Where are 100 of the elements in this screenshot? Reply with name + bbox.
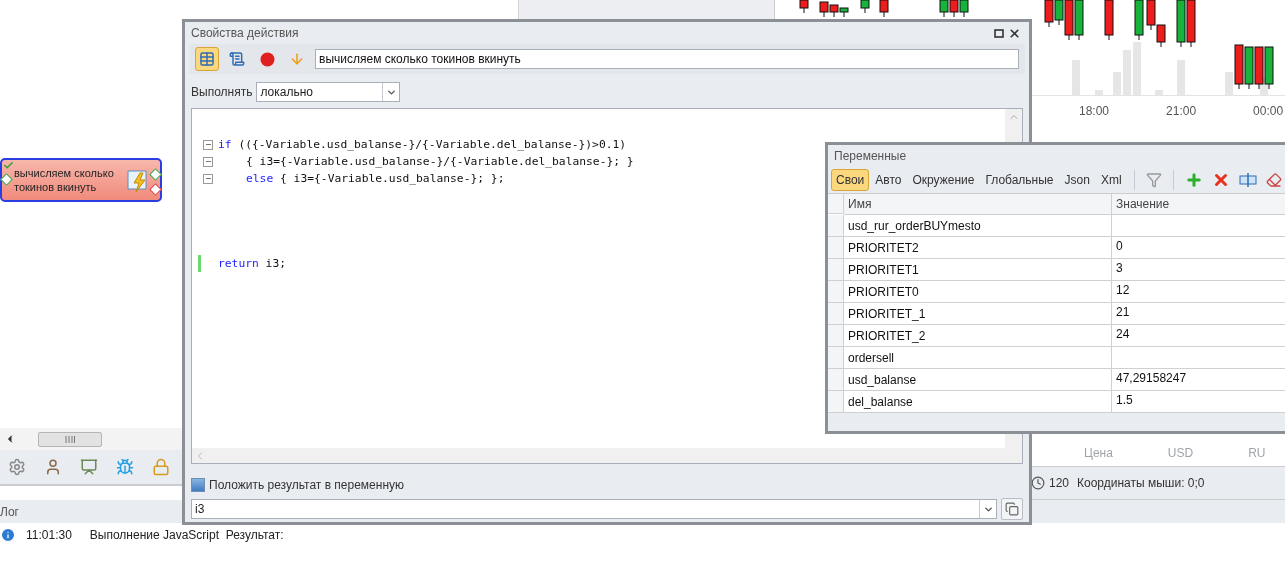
- save-result-label: Положить результат в переменную: [209, 478, 405, 492]
- table-button[interactable]: [195, 47, 219, 71]
- variable-name-cell: del_balanse: [844, 391, 1112, 413]
- mouse-coordinates: Координаты мыши: 0;0: [1077, 476, 1205, 490]
- column-header: Цена: [1084, 446, 1113, 460]
- scrollbar-thumb[interactable]: [38, 431, 102, 447]
- close-icon: [1008, 26, 1021, 40]
- restore-icon: [994, 28, 1004, 38]
- restore-button[interactable]: [992, 28, 1006, 38]
- row-header-cell[interactable]: [828, 391, 844, 413]
- variable-name-cell: PRIORITET0: [844, 281, 1112, 303]
- candle: [860, 0, 870, 14]
- grip-icon: [65, 435, 75, 443]
- row-header-cell[interactable]: [828, 237, 844, 259]
- save-result-checkbox[interactable]: [191, 478, 205, 492]
- column-header: RU: [1248, 446, 1266, 460]
- connector-port[interactable]: [149, 168, 162, 181]
- time-axis-label: 21:00: [1166, 104, 1197, 118]
- variable-name-cell: PRIORITET1: [844, 259, 1112, 281]
- log-message: Выполнение JavaScript Результат:: [89, 528, 284, 542]
- row-header-cell[interactable]: [828, 325, 844, 347]
- code-line: return i3;: [218, 256, 287, 272]
- code-line: { i3={-Variable.usd_balanse-}/{-Variable.del_balanse-}; }: [245, 154, 634, 170]
- time-axis-label: 00:00: [1253, 104, 1284, 118]
- candle: [939, 0, 949, 18]
- row-header-cell[interactable]: [828, 347, 844, 369]
- variable-value-cell: 1.5: [1116, 393, 1133, 407]
- variable-name-cell: PRIORITET_1: [844, 303, 1112, 325]
- candle: [1234, 44, 1244, 90]
- row-header-cell[interactable]: [828, 369, 844, 391]
- code-line: if (({-Variable.usd_balanse-}/{-Variable.del_balanse-})>0.1): [218, 137, 627, 153]
- window-title: Свойства действия: [191, 26, 300, 40]
- node-label: вычисляем сколько токинов вкинуть: [14, 166, 115, 194]
- code-line: else { i3={-Variable.usd_balanse-}; };: [245, 171, 505, 187]
- candle: [959, 0, 969, 18]
- clock-icon: [1031, 476, 1045, 490]
- run-mode-select[interactable]: локально: [256, 82, 401, 102]
- board-icon[interactable]: [80, 458, 98, 476]
- log-time: 11:01:30: [26, 528, 72, 542]
- variables-tab[interactable]: Авто: [870, 169, 907, 191]
- fold-toggle-icon[interactable]: [203, 173, 213, 184]
- gear-icon[interactable]: [8, 458, 26, 476]
- candle: [839, 7, 849, 18]
- candle: [1186, 0, 1196, 48]
- column-header: Значение: [1112, 194, 1285, 215]
- table-icon: [199, 51, 215, 67]
- copy-button[interactable]: [1001, 498, 1023, 520]
- variable-name-cell: PRIORITET_2: [844, 325, 1112, 347]
- variable-name-cell: usd_rur_orderBUYmesto: [844, 215, 1112, 237]
- variable-name-cell: PRIORITET2: [844, 237, 1112, 259]
- candle: [1176, 0, 1186, 48]
- variables-tab[interactable]: Json: [1059, 169, 1095, 191]
- variable-name-cell: usd_balanse: [844, 369, 1112, 391]
- plus-icon: [1184, 171, 1203, 189]
- variable-value-cell: 12: [1116, 283, 1130, 297]
- time-axis-label: 18:00: [1079, 104, 1110, 118]
- row-header-cell[interactable]: [828, 303, 844, 325]
- candle: [1156, 24, 1166, 48]
- candle: [1134, 0, 1144, 41]
- candle: [1264, 46, 1274, 90]
- candle: [1254, 46, 1264, 90]
- horizontal-scrollbar[interactable]: [192, 448, 1022, 463]
- candle: [1104, 0, 1114, 41]
- action-name-field[interactable]: вычисляем сколько токинов вкинуть: [315, 49, 1019, 69]
- fold-toggle-icon[interactable]: [203, 139, 213, 150]
- lock-icon[interactable]: [152, 458, 170, 476]
- candle: [799, 0, 809, 14]
- action-node[interactable]: вычисляем сколько токинов вкинуть: [0, 158, 162, 202]
- row-header-cell[interactable]: [828, 259, 844, 281]
- window-title: Переменные: [834, 149, 908, 163]
- fold-toggle-icon[interactable]: [203, 156, 213, 167]
- candle: [1044, 0, 1054, 28]
- row-header-cell[interactable]: [828, 215, 844, 237]
- candle: [1244, 46, 1254, 90]
- connector-port[interactable]: [0, 173, 13, 186]
- variable-value-cell: 47,29158247: [1116, 371, 1187, 385]
- person-icon[interactable]: [44, 458, 62, 476]
- row-header-cell[interactable]: [828, 281, 844, 303]
- copy-icon: [1005, 502, 1019, 516]
- rename-icon: [1238, 173, 1257, 187]
- variables-tab[interactable]: Окружение: [907, 169, 980, 191]
- variable-value-cell: 0: [1116, 239, 1123, 253]
- variable-name-cell: ordersell: [844, 347, 1112, 369]
- column-header: USD: [1167, 446, 1194, 460]
- variable-value-cell: 21: [1116, 305, 1130, 319]
- variables-tab[interactable]: Xml: [1095, 169, 1127, 191]
- candle: [949, 0, 959, 18]
- candle: [1146, 0, 1156, 31]
- zoom-value: 120: [1049, 476, 1070, 490]
- record-icon: [259, 51, 275, 67]
- eraser-icon: [1265, 172, 1282, 188]
- filter-icon: [1145, 172, 1162, 188]
- column-header: Имя: [844, 194, 1112, 215]
- result-variable-combo[interactable]: i3: [191, 499, 997, 519]
- candle: [1074, 0, 1084, 41]
- run-label: Выполнять: [191, 85, 253, 99]
- variables-tab[interactable]: Свои: [831, 169, 870, 191]
- candle: [829, 4, 839, 18]
- connector-port[interactable]: [149, 183, 162, 196]
- variable-value-cell: 3: [1116, 261, 1123, 275]
